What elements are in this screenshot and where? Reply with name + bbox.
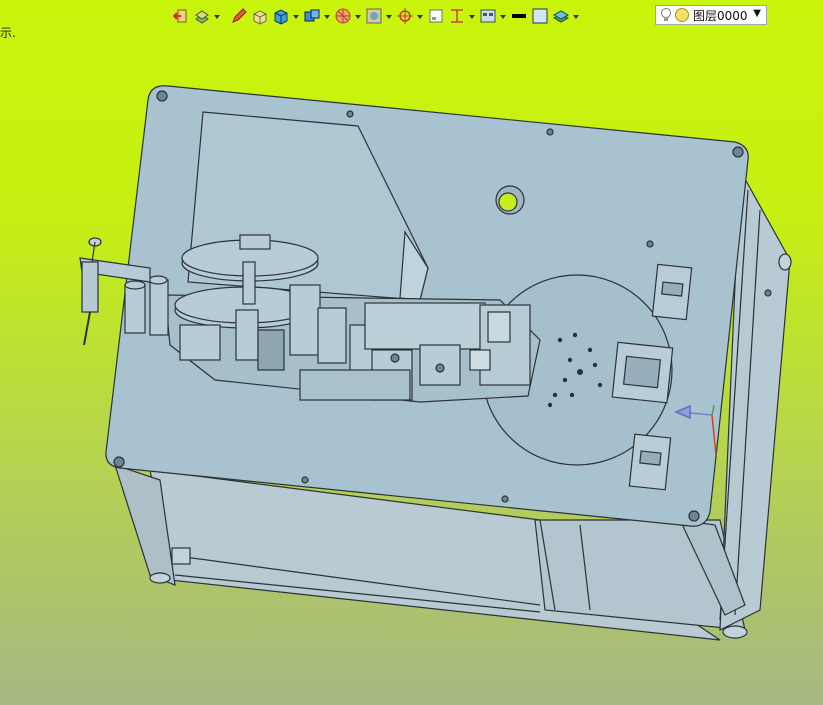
cad-viewport[interactable]	[0, 0, 823, 705]
machine-model	[79, 85, 792, 641]
slide-block	[364, 302, 486, 350]
bracket-left	[171, 547, 191, 565]
foot-front	[722, 625, 748, 639]
foot-right	[778, 253, 792, 271]
foot-left	[149, 572, 171, 584]
